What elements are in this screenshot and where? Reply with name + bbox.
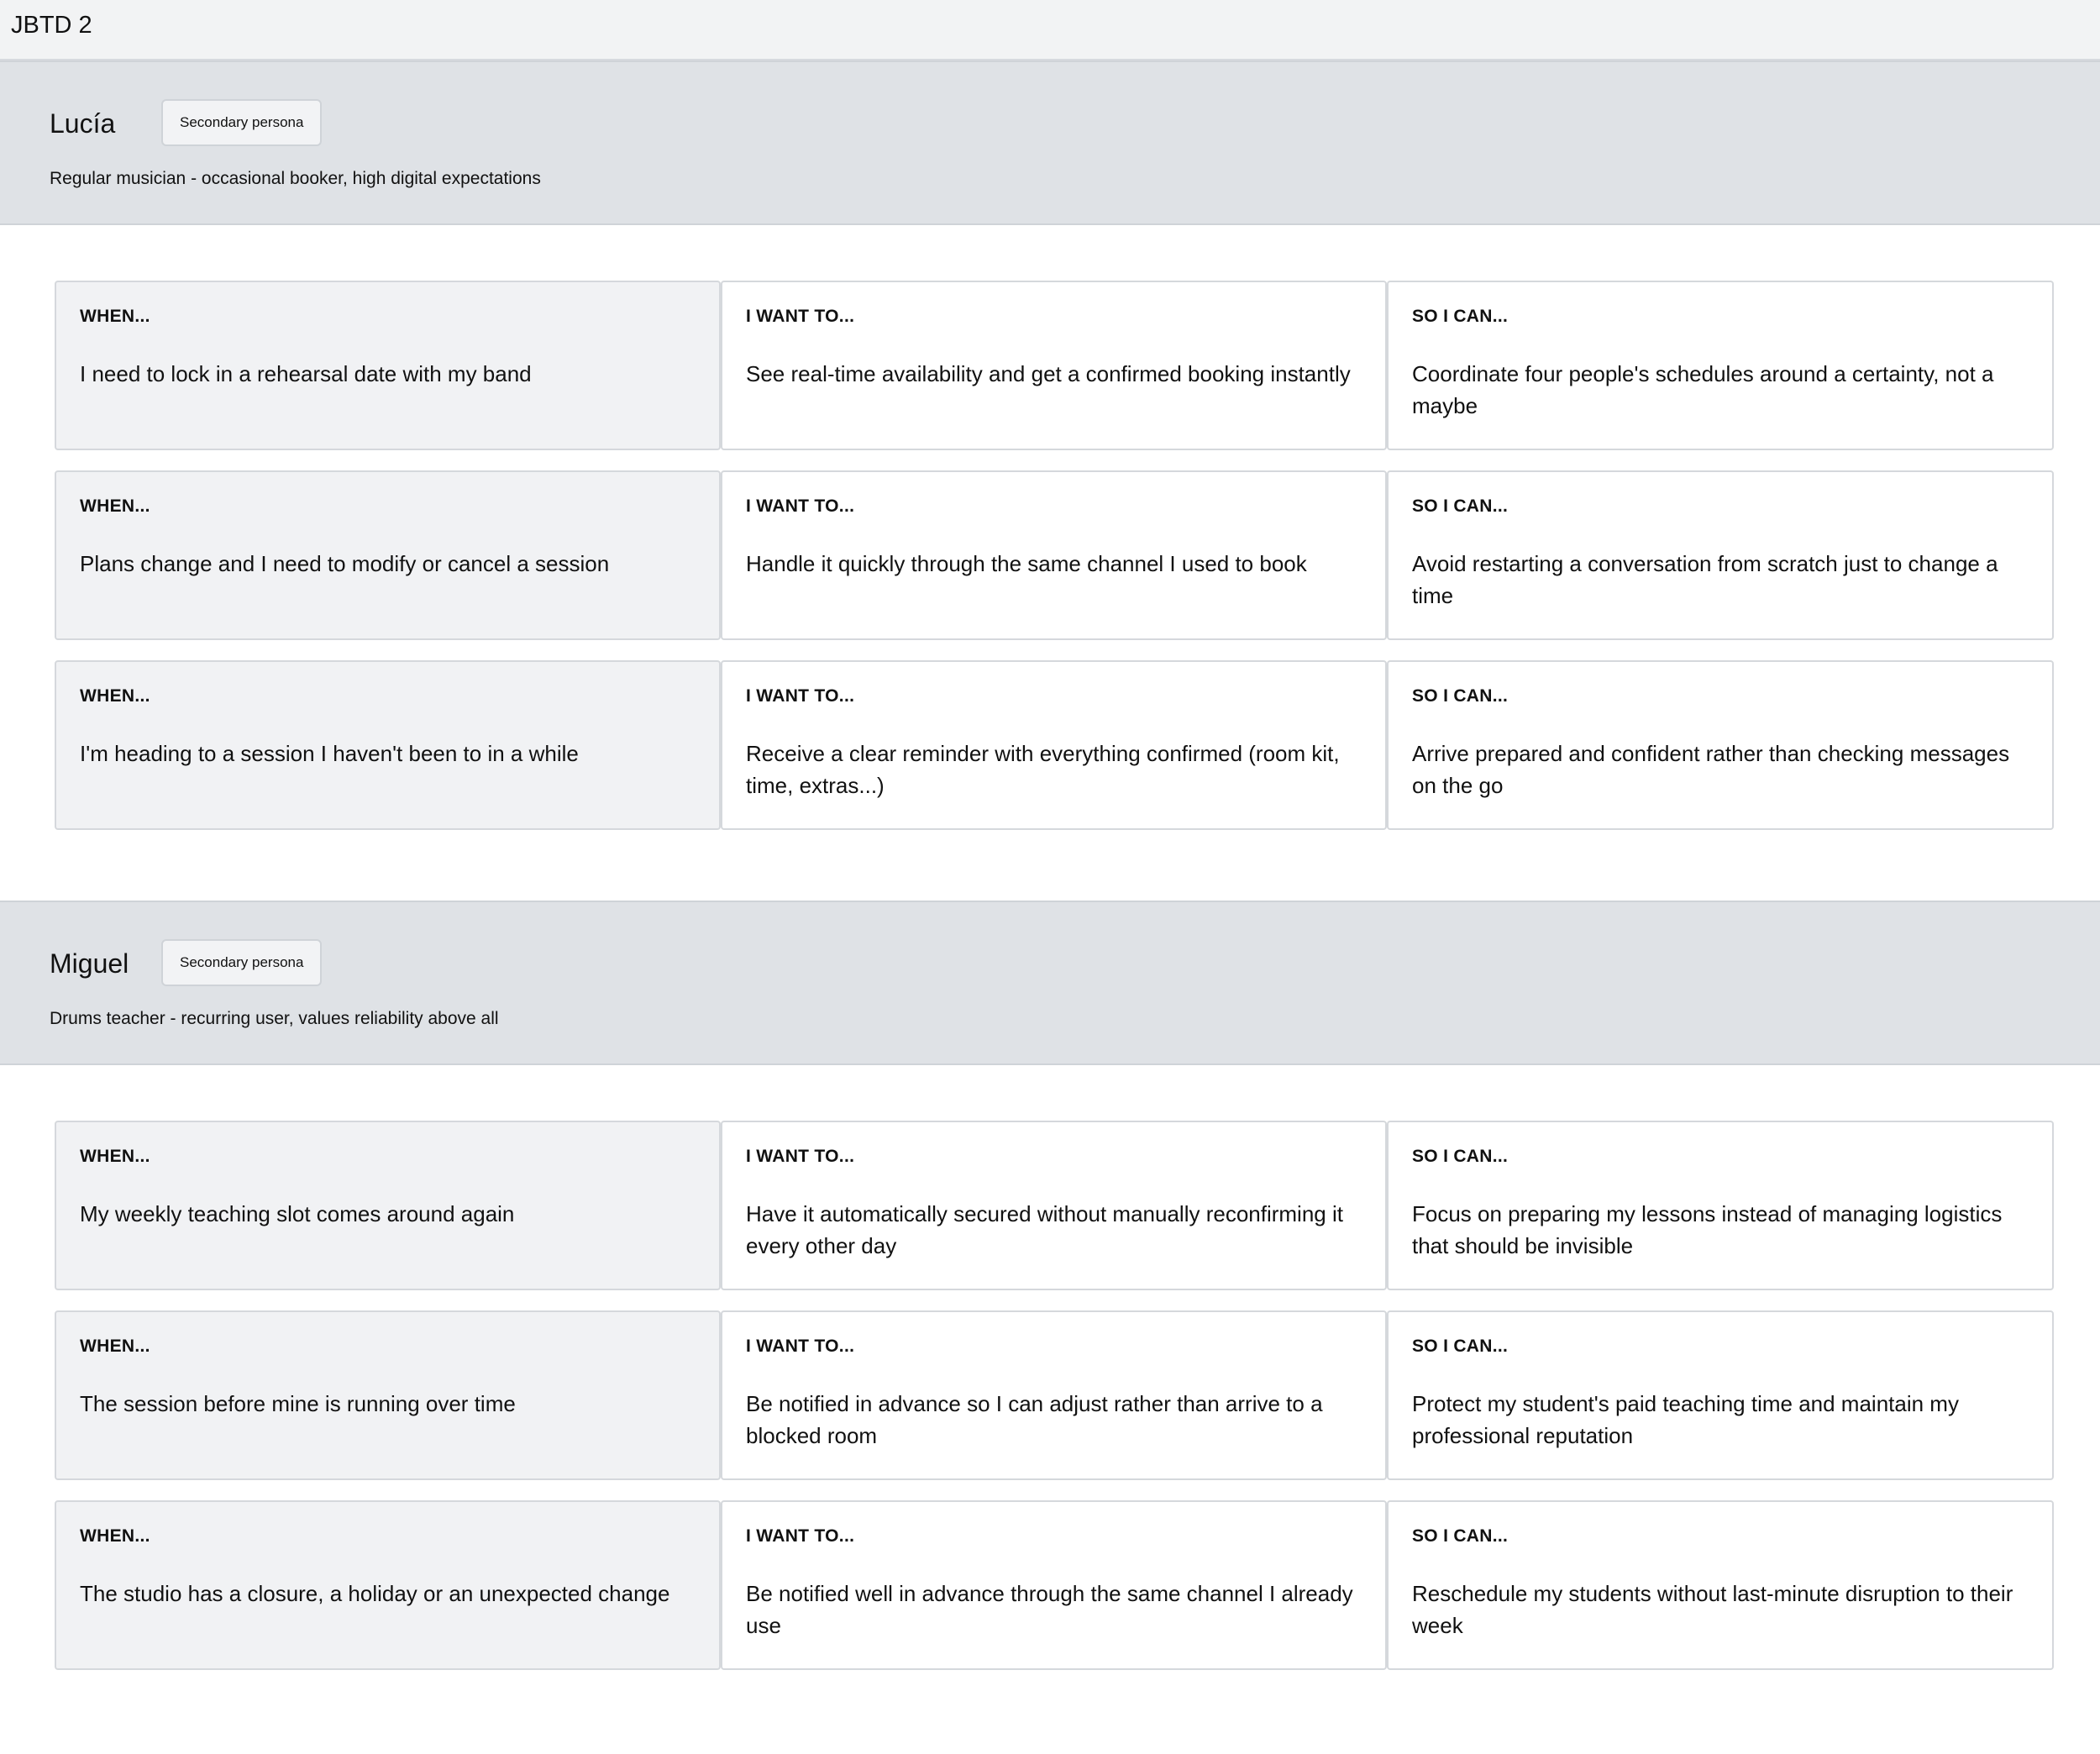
persona-description: Drums teacher - recurring user, values r… <box>50 1009 499 1028</box>
when-text: I need to lock in a rehearsal date with … <box>80 361 532 386</box>
when-card[interactable]: WHEN... I'm heading to a session I haven… <box>55 660 721 830</box>
so-label: SO I CAN... <box>1412 496 1509 516</box>
so-text: Avoid restarting a conversation from scr… <box>1412 551 1998 608</box>
want-text: Receive a clear reminder with everything… <box>746 741 1340 798</box>
want-text: Be notified in advance so I can adjust r… <box>746 1391 1323 1448</box>
so-card[interactable]: SO I CAN... Protect my student's paid te… <box>1387 1310 2054 1480</box>
so-label: SO I CAN... <box>1412 686 1509 706</box>
so-text: Reschedule my students without last-minu… <box>1412 1581 2013 1638</box>
want-text: Handle it quickly through the same chann… <box>746 551 1307 576</box>
so-card[interactable]: SO I CAN... Focus on preparing my lesson… <box>1387 1121 2054 1290</box>
persona-name: Miguel <box>50 948 129 979</box>
so-label: SO I CAN... <box>1412 1147 1509 1166</box>
want-label: I WANT TO... <box>746 686 855 706</box>
when-text: The session before mine is running over … <box>80 1391 516 1416</box>
jtbd-row: WHEN... My weekly teaching slot comes ar… <box>55 1121 2054 1290</box>
want-label: I WANT TO... <box>746 1526 855 1546</box>
so-card[interactable]: SO I CAN... Avoid restarting a conversat… <box>1387 470 2054 640</box>
persona-name: Lucía <box>50 108 116 139</box>
so-card[interactable]: SO I CAN... Arrive prepared and confiden… <box>1387 660 2054 830</box>
want-card[interactable]: I WANT TO... Receive a clear reminder wi… <box>721 660 1387 830</box>
so-label: SO I CAN... <box>1412 1337 1509 1356</box>
so-card[interactable]: SO I CAN... Reschedule my students witho… <box>1387 1500 2054 1670</box>
persona-badge[interactable]: Secondary persona <box>161 939 323 986</box>
when-label: WHEN... <box>80 1337 150 1356</box>
want-card[interactable]: I WANT TO... Be notified in advance so I… <box>721 1310 1387 1480</box>
want-card[interactable]: I WANT TO... Have it automatically secur… <box>721 1121 1387 1290</box>
when-label: WHEN... <box>80 686 150 706</box>
when-label: WHEN... <box>80 1147 150 1166</box>
jtbd-row: WHEN... The studio has a closure, a holi… <box>55 1500 2054 1670</box>
so-text: Arrive prepared and confident rather tha… <box>1412 741 2010 798</box>
window-title: JBTD 2 <box>0 0 2100 59</box>
persona-header-miguel: Miguel Secondary persona Drums teacher -… <box>0 901 2100 1065</box>
jtbd-row: WHEN... The session before mine is runni… <box>55 1310 2054 1480</box>
so-text: Coordinate four people's schedules aroun… <box>1412 361 1994 418</box>
when-label: WHEN... <box>80 307 150 326</box>
so-label: SO I CAN... <box>1412 307 1509 326</box>
want-card[interactable]: I WANT TO... Handle it quickly through t… <box>721 470 1387 640</box>
want-card[interactable]: I WANT TO... Be notified well in advance… <box>721 1500 1387 1670</box>
want-label: I WANT TO... <box>746 307 855 326</box>
want-label: I WANT TO... <box>746 496 855 516</box>
jtbd-row: WHEN... I'm heading to a session I haven… <box>55 660 2054 830</box>
when-card[interactable]: WHEN... Plans change and I need to modif… <box>55 470 721 640</box>
persona-description: Regular musician - occasional booker, hi… <box>50 169 541 188</box>
so-text: Protect my student's paid teaching time … <box>1412 1391 1959 1448</box>
so-card[interactable]: SO I CAN... Coordinate four people's sch… <box>1387 281 2054 450</box>
when-text: I'm heading to a session I haven't been … <box>80 741 579 766</box>
when-label: WHEN... <box>80 496 150 516</box>
when-card[interactable]: WHEN... I need to lock in a rehearsal da… <box>55 281 721 450</box>
want-label: I WANT TO... <box>746 1147 855 1166</box>
so-text: Focus on preparing my lessons instead of… <box>1412 1201 2003 1258</box>
so-label: SO I CAN... <box>1412 1526 1509 1546</box>
want-text: Be notified well in advance through the … <box>746 1581 1353 1638</box>
want-card[interactable]: I WANT TO... See real-time availability … <box>721 281 1387 450</box>
jtbd-row: WHEN... I need to lock in a rehearsal da… <box>55 281 2054 450</box>
persona-badge[interactable]: Secondary persona <box>161 99 323 146</box>
when-text: My weekly teaching slot comes around aga… <box>80 1201 515 1226</box>
when-text: The studio has a closure, a holiday or a… <box>80 1581 670 1606</box>
jtbd-row: WHEN... Plans change and I need to modif… <box>55 470 2054 640</box>
when-text: Plans change and I need to modify or can… <box>80 551 610 576</box>
when-card[interactable]: WHEN... My weekly teaching slot comes ar… <box>55 1121 721 1290</box>
persona-header-lucia: Lucía Secondary persona Regular musician… <box>0 60 2100 225</box>
when-card[interactable]: WHEN... The session before mine is runni… <box>55 1310 721 1480</box>
when-card[interactable]: WHEN... The studio has a closure, a holi… <box>55 1500 721 1670</box>
when-label: WHEN... <box>80 1526 150 1546</box>
want-label: I WANT TO... <box>746 1337 855 1356</box>
want-text: Have it automatically secured without ma… <box>746 1201 1343 1258</box>
board-canvas: Lucía Secondary persona Regular musician… <box>0 59 2100 1754</box>
want-text: See real-time availability and get a con… <box>746 361 1351 386</box>
